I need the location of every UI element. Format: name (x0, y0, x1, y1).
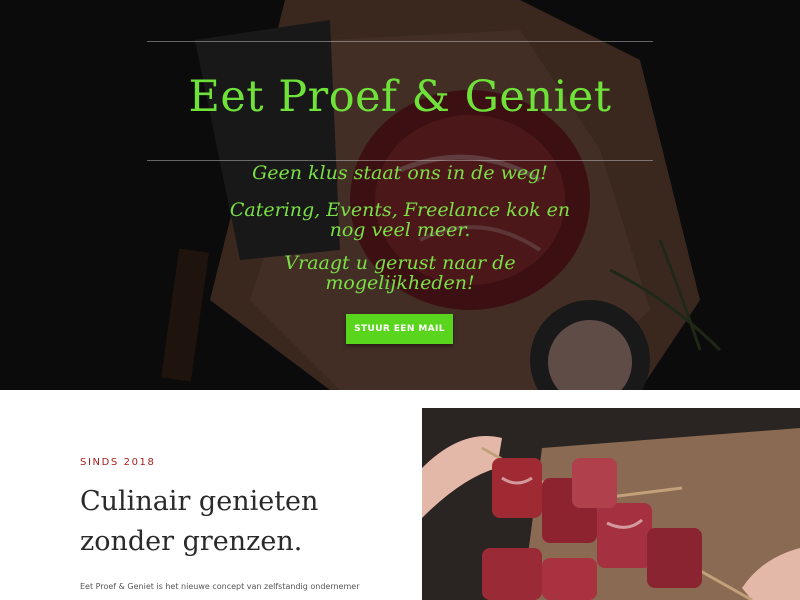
about-section: SINDS 2018 Culinair genieten zonder gren… (0, 390, 422, 600)
about-heading: Culinair genieten zonder grenzen. (80, 486, 319, 557)
hero-tagline-line-2: Catering, Events, Freelance kok en nog v… (229, 199, 571, 241)
hero-title: Eet Proef & Geniet (188, 72, 612, 122)
hero-divider-top (147, 41, 653, 42)
send-mail-button[interactable]: STUUR EEN MAIL (346, 314, 453, 344)
since-label: SINDS 2018 (80, 457, 156, 468)
hero-tagline-line-3: Vraagt u gerust naar de mogelijkheden! (284, 252, 516, 294)
about-intro-text: Eet Proef & Geniet is het nieuwe concept… (80, 582, 360, 591)
skewers-image (422, 408, 800, 600)
hero-section: Eet Proef & Geniet Geen klus staat ons i… (0, 0, 800, 390)
skewers-photo (422, 408, 800, 600)
hero-tagline-line-1: Geen klus staat ons in de weg! (252, 162, 548, 184)
hero-tagline: Geen klus staat ons in de weg! Catering,… (220, 160, 580, 293)
